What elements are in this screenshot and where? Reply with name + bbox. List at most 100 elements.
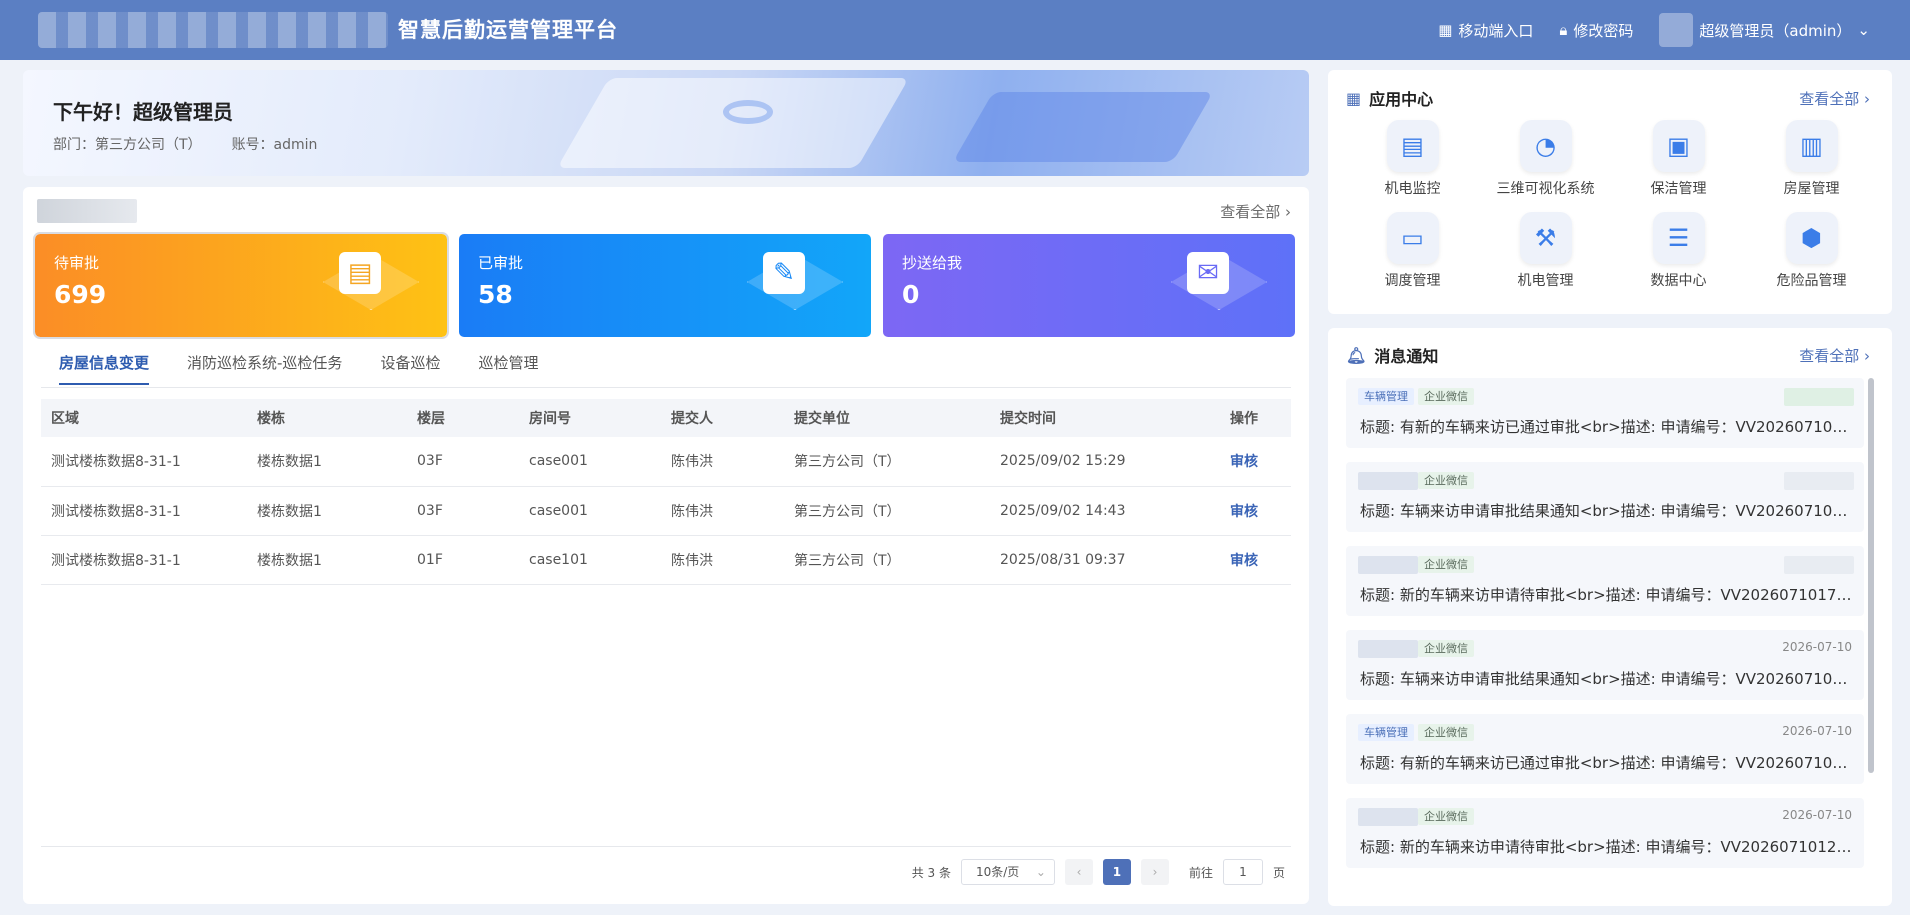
app-center-panel: ▦ 应用中心 查看全部 › ▤ 机电监控 ◔ 三维可视化系统 ▣ 保洁管理 ▥ 房屋管理 … bbox=[1328, 70, 1892, 314]
app-center-title: ▦ 应用中心 bbox=[1346, 86, 1433, 110]
chevron-right-icon: › bbox=[1864, 90, 1870, 108]
main-left: 下午好！超级管理员 部门：第三方公司（T） 账号：admin 查看全部 › 待审… bbox=[23, 70, 1309, 904]
date-blurred bbox=[1784, 472, 1854, 490]
tab-fire-inspection-task[interactable]: 消防巡检系统-巡检任务 bbox=[187, 352, 342, 385]
cell-floor: 01F bbox=[407, 535, 519, 585]
banner-decoration bbox=[723, 100, 773, 124]
tag-channel: 企业微信 bbox=[1418, 556, 1474, 573]
cell-room: case101 bbox=[519, 535, 661, 585]
approval-tabs: 房屋信息变更 消防巡检系统-巡检任务 设备巡检 巡检管理 bbox=[59, 352, 538, 385]
app-item[interactable]: ⬢ 危险品管理 bbox=[1745, 212, 1878, 290]
chevron-right-icon: › bbox=[1285, 203, 1291, 221]
cell-unit: 第三方公司（T） bbox=[784, 486, 990, 536]
message-date: 2026-07-10 bbox=[1782, 640, 1852, 654]
next-page-button[interactable]: › bbox=[1140, 859, 1169, 885]
message-item[interactable]: 企业微信 2026-07-10 标题: 新的车辆来访申请待审批<br>描述: 申… bbox=[1346, 798, 1864, 868]
cell-area: 测试楼栋数据8-31-1 bbox=[41, 535, 247, 585]
review-link[interactable]: 审核 bbox=[1220, 437, 1291, 487]
message-list: 车辆管理 企业微信 标题: 有新的车辆来访已通过审批<br>描述: 申请编号：V… bbox=[1346, 378, 1864, 882]
tag-channel: 企业微信 bbox=[1418, 472, 1474, 489]
page-size-select[interactable]: 10条/页 ⌄ bbox=[960, 859, 1055, 885]
banner-decoration bbox=[952, 92, 1214, 162]
tab-inspection-management[interactable]: 巡检管理 bbox=[478, 352, 538, 385]
approved-card[interactable]: 已审批 58 ✎ bbox=[459, 234, 871, 337]
app-item[interactable]: ☰ 数据中心 bbox=[1612, 212, 1745, 290]
cell-submitter: 陈伟洪 bbox=[661, 437, 784, 487]
app-label: 调度管理 bbox=[1384, 273, 1441, 289]
goto-page-input[interactable]: 1 bbox=[1222, 859, 1263, 885]
review-link[interactable]: 审核 bbox=[1220, 486, 1291, 536]
department-text: 部门：第三方公司（T） bbox=[53, 137, 202, 153]
change-password-button[interactable]: 🔒︎ 修改密码 bbox=[1559, 20, 1633, 41]
message-text: 标题: 有新的车辆来访已通过审批<br>描述: 申请编号：VV202607101… bbox=[1360, 754, 1855, 772]
app-label: 机电管理 bbox=[1517, 273, 1574, 289]
tag-blurred bbox=[1358, 472, 1418, 490]
approval-view-all-link[interactable]: 查看全部 › bbox=[1220, 201, 1291, 222]
message-date: 2026-07-10 bbox=[1782, 724, 1852, 738]
approval-table: 区域 楼栋 楼层 房间号 提交人 提交单位 提交时间 操作 测试楼栋数据8-31… bbox=[41, 399, 1291, 585]
cell-floor: 03F bbox=[407, 486, 519, 536]
cc-to-me-card[interactable]: 抄送给我 0 ✉ bbox=[883, 234, 1295, 337]
view-all-label: 查看全部 bbox=[1799, 347, 1860, 365]
approval-cards: 待审批 699 ▤ 已审批 58 ✎ 抄送给我 0 ✉ bbox=[33, 232, 1295, 339]
cell-building: 楼栋数据1 bbox=[247, 437, 407, 487]
app-label: 三维可视化系统 bbox=[1496, 181, 1595, 197]
message-item[interactable]: 企业微信 标题: 新的车辆来访申请待审批<br>描述: 申请编号：VV20260… bbox=[1346, 546, 1864, 616]
cell-submitter: 陈伟洪 bbox=[661, 535, 784, 585]
chevron-right-icon: › bbox=[1864, 347, 1870, 365]
chevron-left-icon: ‹ bbox=[1076, 865, 1082, 879]
review-link[interactable]: 审核 bbox=[1220, 535, 1291, 585]
cell-building: 楼栋数据1 bbox=[247, 535, 407, 585]
pagination: 共 3 条 10条/页 ⌄ ‹ 1 › 前往 1 页 bbox=[912, 859, 1285, 885]
app-center-view-all-link[interactable]: 查看全部 › bbox=[1799, 88, 1870, 109]
prev-page-button[interactable]: ‹ bbox=[1064, 859, 1093, 885]
cell-room: case001 bbox=[519, 437, 661, 487]
section-title-blurred bbox=[37, 199, 137, 223]
app-item[interactable]: ◔ 三维可视化系统 bbox=[1479, 120, 1612, 198]
cell-unit: 第三方公司（T） bbox=[784, 535, 990, 585]
chevron-right-icon: › bbox=[1152, 865, 1158, 879]
message-item[interactable]: 车辆管理 企业微信 标题: 有新的车辆来访已通过审批<br>描述: 申请编号：V… bbox=[1346, 378, 1864, 448]
cell-submitter: 陈伟洪 bbox=[661, 486, 784, 536]
tab-device-inspection[interactable]: 设备巡检 bbox=[380, 352, 440, 385]
approval-panel: 查看全部 › 待审批 699 ▤ 已审批 58 ✎ 抄送给我 0 ✉ 房屋信息变… bbox=[23, 187, 1309, 904]
scrollbar[interactable] bbox=[1868, 378, 1874, 773]
tag-blurred bbox=[1358, 556, 1418, 574]
message-view-all-link[interactable]: 查看全部 › bbox=[1799, 345, 1870, 366]
card-label: 抄送给我 bbox=[902, 254, 963, 272]
chevron-down-icon: ⌄ bbox=[1035, 865, 1046, 879]
dispatch-icon: ▭ bbox=[1386, 212, 1439, 264]
message-item[interactable]: 车辆管理 企业微信 2026-07-10 标题: 有新的车辆来访已通过审批<br… bbox=[1346, 714, 1864, 784]
app-item[interactable]: ▣ 保洁管理 bbox=[1612, 120, 1745, 198]
cell-floor: 03F bbox=[407, 437, 519, 487]
app-item[interactable]: ▤ 机电监控 bbox=[1346, 120, 1479, 198]
message-title-text: 消息通知 bbox=[1374, 347, 1439, 366]
tag-category: 车辆管理 bbox=[1358, 388, 1414, 405]
page-number-current[interactable]: 1 bbox=[1102, 859, 1131, 885]
tag-channel: 企业微信 bbox=[1418, 808, 1474, 825]
building-icon: ▥ bbox=[1785, 120, 1838, 172]
app-label: 房屋管理 bbox=[1783, 181, 1840, 197]
hazard-icon: ⬢ bbox=[1785, 212, 1838, 264]
cell-area: 测试楼栋数据8-31-1 bbox=[41, 486, 247, 536]
message-item[interactable]: 企业微信 2026-07-10 标题: 车辆来访申请审批结果通知<br>描述: … bbox=[1346, 630, 1864, 700]
pending-approval-card[interactable]: 待审批 699 ▤ bbox=[33, 232, 449, 339]
cell-room: case001 bbox=[519, 486, 661, 536]
card-count: 699 bbox=[54, 280, 107, 309]
banner-decoration bbox=[557, 78, 909, 168]
app-item[interactable]: ⚒ 机电管理 bbox=[1479, 212, 1612, 290]
cell-time: 2025/09/02 15:29 bbox=[990, 437, 1220, 487]
qr-code-icon: ▦ bbox=[1438, 21, 1453, 39]
table-header-row: 区域 楼栋 楼层 房间号 提交人 提交单位 提交时间 操作 bbox=[41, 399, 1291, 437]
message-text: 标题: 新的车辆来访申请待审批<br>描述: 申请编号：VV2026071017… bbox=[1360, 586, 1855, 604]
message-item[interactable]: 企业微信 标题: 车辆来访申请审批结果通知<br>描述: 申请编号：VV2026… bbox=[1346, 462, 1864, 532]
tag-category: 车辆管理 bbox=[1358, 724, 1414, 741]
user-menu[interactable]: 超级管理员（admin） ⌄ bbox=[1659, 13, 1870, 47]
app-grid: ▤ 机电监控 ◔ 三维可视化系统 ▣ 保洁管理 ▥ 房屋管理 ▭ 调度管理 ⚒ 机电管理 ☰… bbox=[1346, 120, 1878, 290]
app-item[interactable]: ▥ 房屋管理 bbox=[1745, 120, 1878, 198]
tag-blurred bbox=[1358, 808, 1418, 826]
app-item[interactable]: ▭ 调度管理 bbox=[1346, 212, 1479, 290]
tab-house-info-change[interactable]: 房屋信息变更 bbox=[59, 352, 150, 385]
divider bbox=[41, 387, 1291, 388]
mobile-entry-button[interactable]: ▦ 移动端入口 bbox=[1438, 20, 1533, 41]
